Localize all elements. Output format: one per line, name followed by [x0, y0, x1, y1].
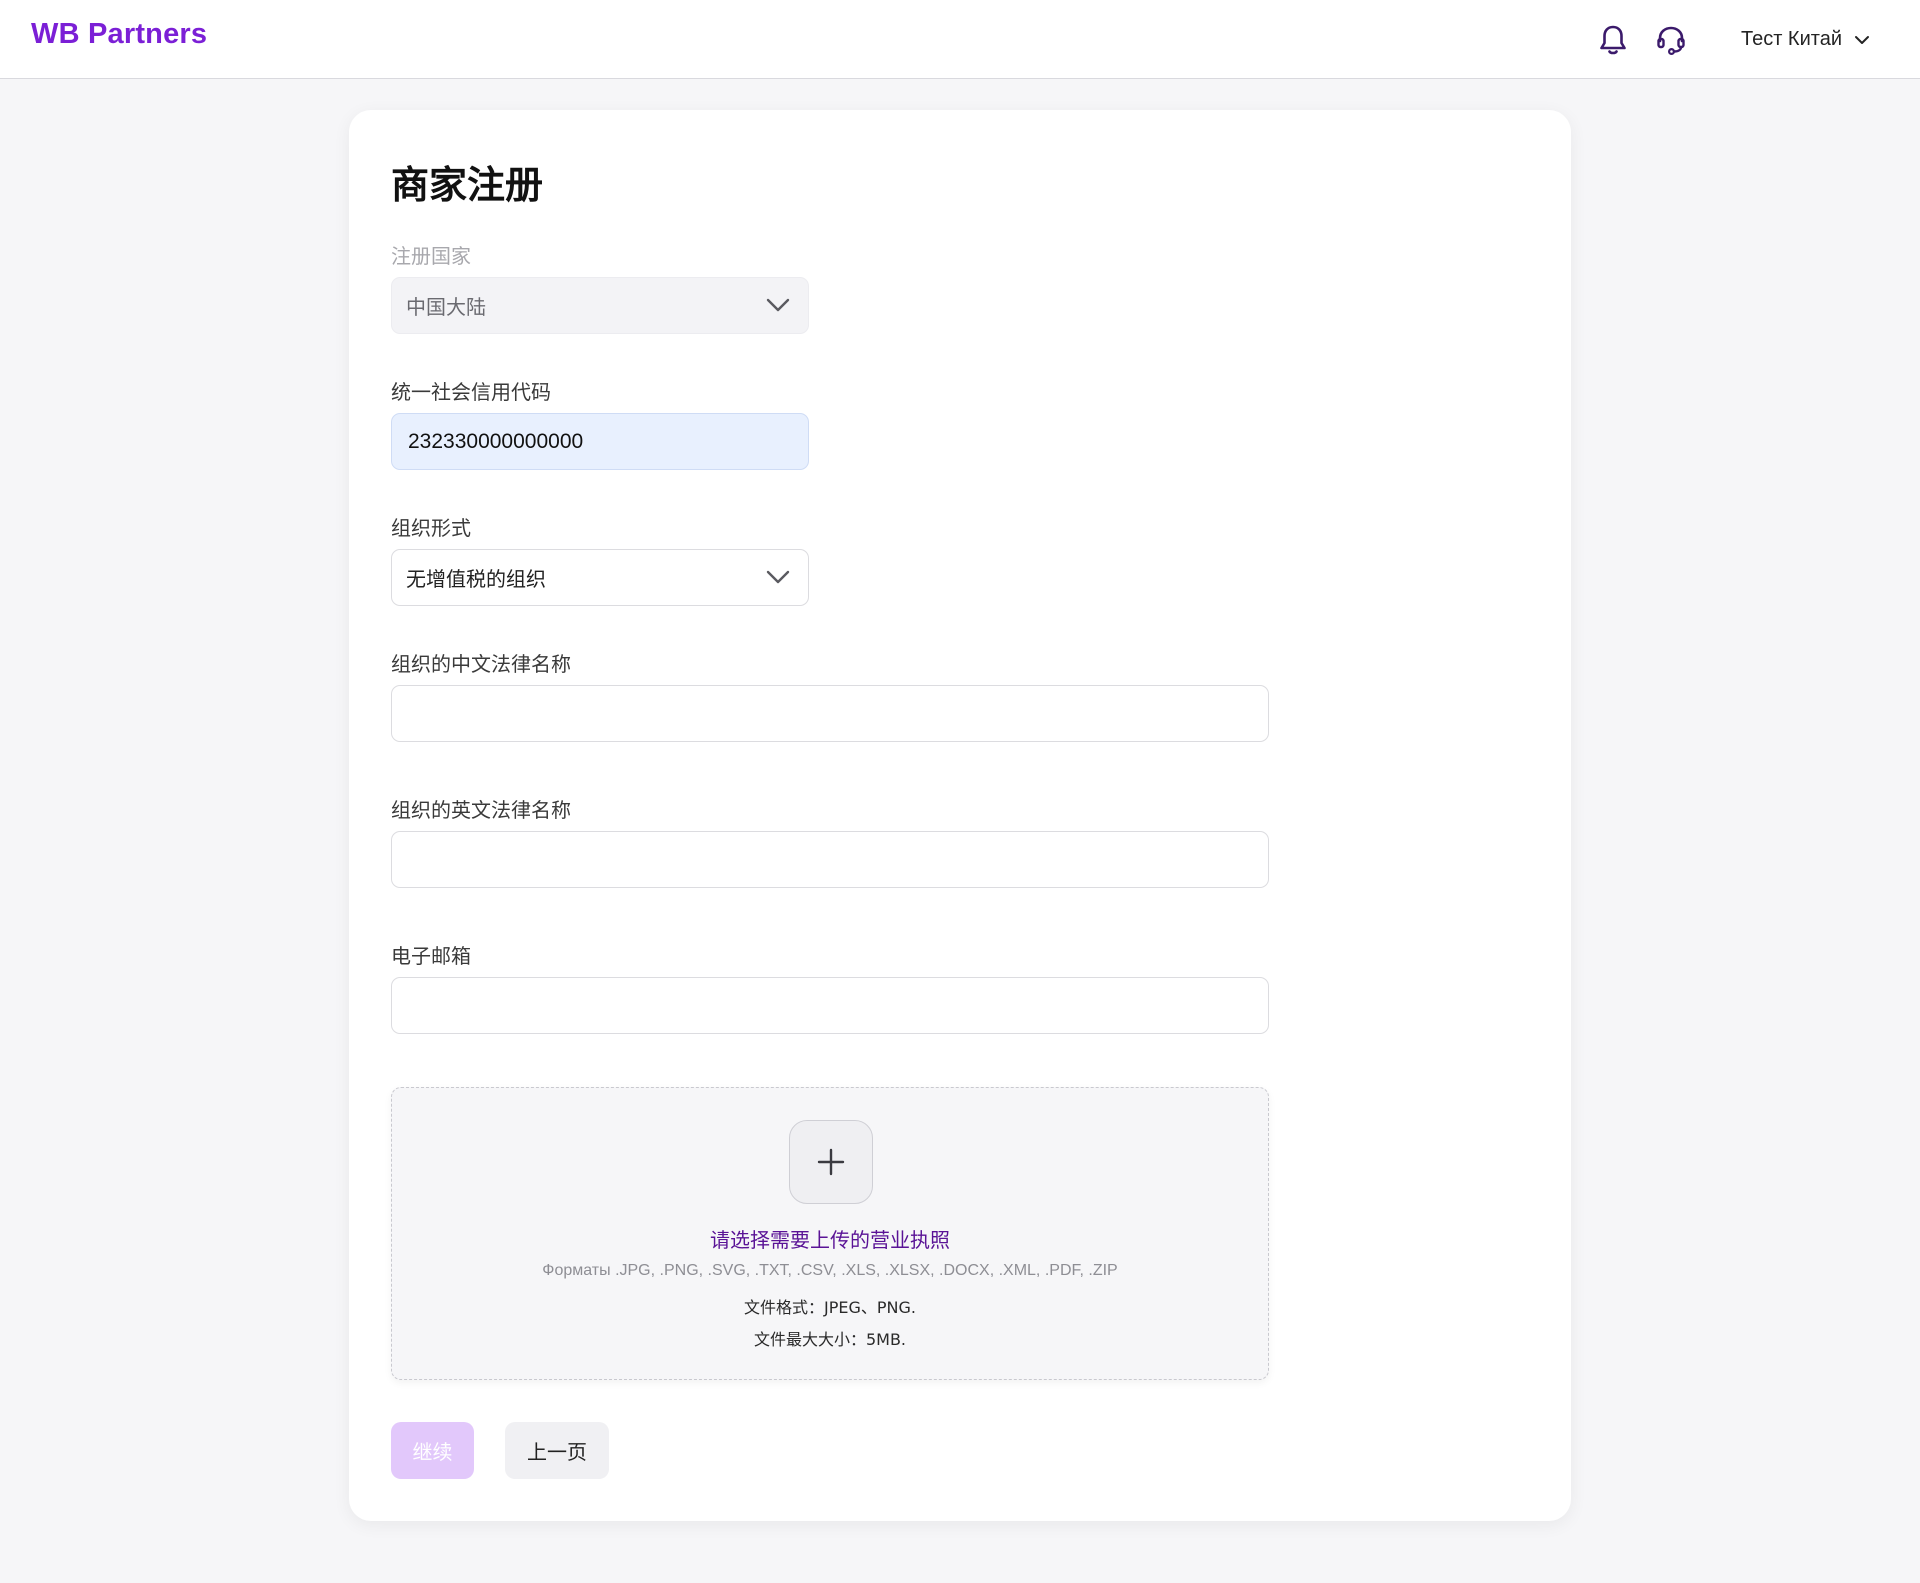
- country-value: 中国大陆: [406, 295, 486, 319]
- credit-code-label: 统一社会信用代码: [391, 380, 551, 404]
- upload-title-link[interactable]: 请选择需要上传的营业执照: [392, 1224, 1268, 1253]
- org-form-label: 组织形式: [391, 516, 471, 540]
- cn-name-label: 组织的中文法律名称: [391, 652, 571, 676]
- cn-name-input[interactable]: [391, 685, 1269, 742]
- en-name-input[interactable]: [391, 831, 1269, 888]
- upload-add-button[interactable]: [789, 1120, 873, 1204]
- upload-formats-text: Форматы .JPG, .PNG, .SVG, .TXT, .CSV, .X…: [542, 1262, 1118, 1279]
- back-button[interactable]: 上一页: [505, 1422, 609, 1479]
- country-label: 注册国家: [391, 244, 471, 268]
- headset-icon: [1657, 26, 1685, 55]
- notifications-button[interactable]: [1593, 20, 1633, 60]
- continue-button[interactable]: 继续: [391, 1422, 474, 1479]
- chevron-down-icon: [766, 570, 790, 584]
- country-select[interactable]: 中国大陆: [391, 277, 809, 334]
- header-actions: Тест Китай: [1575, 0, 1870, 79]
- email-label: 电子邮箱: [391, 944, 471, 968]
- upload-max-size-text: 文件最大大小：5MB.: [753, 1330, 907, 1349]
- org-form-value: 无增值税的组织: [406, 567, 546, 591]
- email-input[interactable]: [391, 977, 1269, 1034]
- plus-icon: [817, 1148, 845, 1176]
- profile-name: Тест Китай: [1741, 28, 1842, 50]
- org-form-select[interactable]: 无增值税的组织: [391, 549, 809, 606]
- profile-menu[interactable]: Тест Китай: [1741, 28, 1870, 51]
- page-title: 商家注册: [391, 163, 544, 207]
- top-header: WB Partners Тест Китай: [0, 0, 1920, 79]
- credit-code-input[interactable]: [391, 413, 809, 470]
- logo[interactable]: WB Partners: [31, 18, 207, 51]
- upload-file-format-text: 文件格式：JPEG、PNG.: [744, 1298, 916, 1317]
- registration-card: 商家注册 注册国家 中国大陆 统一社会信用代码 组织形式 无增值税的组织 组织的…: [349, 110, 1571, 1521]
- chevron-down-icon: [766, 298, 790, 312]
- support-button[interactable]: [1651, 20, 1691, 60]
- bell-icon: [1600, 25, 1626, 54]
- license-upload-dropzone[interactable]: 请选择需要上传的营业执照 Форматы .JPG, .PNG, .SVG, .…: [391, 1087, 1269, 1380]
- chevron-down-icon: [1855, 35, 1869, 44]
- en-name-label: 组织的英文法律名称: [391, 798, 571, 822]
